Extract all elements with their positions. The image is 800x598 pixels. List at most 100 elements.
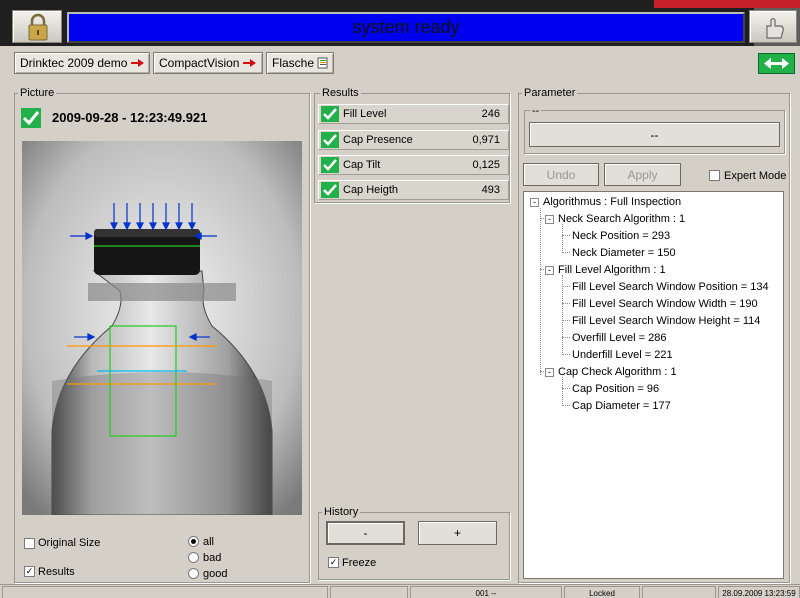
undo-button[interactable]: Undo (523, 163, 599, 186)
tree-node-label: Cap Check Algorithm : 1 (558, 366, 677, 378)
expert-mode-label: Expert Mode (724, 170, 787, 182)
breadcrumb-label: Drinktec 2009 demo (20, 56, 128, 70)
tree-leaf[interactable]: Fill Level Search Window Width = 190 (572, 298, 758, 310)
collapse-icon[interactable]: - (545, 214, 554, 224)
footer-cell: 001 -- (410, 586, 562, 598)
result-name: Cap Presence (343, 134, 413, 146)
results-checkbox[interactable]: ✓ (24, 566, 35, 577)
tree-leaf-label: Cap Position = 96 (572, 383, 660, 395)
original-size-label: Original Size (38, 537, 101, 549)
freeze-label: Freeze (342, 557, 377, 569)
tree-leaf-label: Fill Level Search Window Position = 134 (572, 281, 769, 293)
tree-leaf-label: Cap Diameter = 177 (572, 400, 671, 412)
double-arrow-icon (764, 58, 789, 69)
tree-node-cap-check[interactable]: - Cap Check Algorithm : 1 (545, 366, 677, 378)
title-bar-accent (654, 0, 800, 8)
apply-button[interactable]: Apply (604, 163, 681, 186)
document-icon (317, 57, 328, 69)
lock-button[interactable] (12, 10, 62, 43)
footer-cell (2, 586, 328, 598)
status-ok-icon (321, 157, 339, 173)
filter-all-radio[interactable] (188, 536, 199, 547)
status-ok-icon (321, 106, 339, 122)
filter-good-radio[interactable] (188, 568, 199, 579)
tree-leaf[interactable]: Underfill Level = 221 (572, 349, 673, 361)
result-name: Fill Level (343, 108, 387, 120)
results-group-label: Results (320, 87, 361, 99)
filter-good-label: good (203, 568, 228, 580)
tree-node-neck-search[interactable]: - Neck Search Algorithm : 1 (545, 213, 685, 225)
collapse-icon[interactable]: - (545, 265, 554, 275)
tree-leaf[interactable]: Fill Level Search Window Height = 114 (572, 315, 760, 327)
collapse-icon[interactable]: - (545, 367, 554, 377)
result-row: Cap Tilt 0,125 (318, 155, 509, 175)
red-arrow-icon (243, 59, 257, 67)
switch-view-button[interactable] (758, 53, 795, 74)
freeze-checkbox[interactable]: ✓ (328, 557, 339, 568)
tree-leaf[interactable]: Neck Diameter = 150 (572, 247, 676, 259)
image-timestamp: 2009-09-28 - 12:23:49.921 (52, 110, 208, 125)
status-ok-icon (21, 108, 41, 128)
result-value: 0,971 (472, 134, 500, 146)
history-next-label: + (453, 526, 461, 540)
breadcrumb-drinktec[interactable]: Drinktec 2009 demo (14, 52, 150, 74)
algorithm-tree: - Algorithmus : Full Inspection - Neck S… (523, 191, 784, 579)
apply-label: Apply (627, 167, 658, 182)
original-size-checkbox[interactable] (24, 538, 35, 549)
parameter-select-button[interactable]: -- (529, 122, 780, 147)
tree-leaf[interactable]: Fill Level Search Window Position = 134 (572, 281, 769, 293)
footer-cell (330, 586, 408, 598)
tree-node-label: Neck Search Algorithm : 1 (558, 213, 686, 225)
result-row: Cap Heigth 493 (318, 180, 509, 200)
status-ok-icon (321, 132, 339, 148)
filter-bad-radio[interactable] (188, 552, 199, 563)
result-row: Fill Level 246 (318, 104, 509, 124)
tree-leaf-label: Underfill Level = 221 (572, 349, 673, 361)
result-name: Cap Tilt (343, 159, 381, 171)
tree-leaf-label: Neck Position = 293 (572, 230, 671, 242)
system-status-text: system ready (352, 17, 460, 37)
history-next-button[interactable]: + (418, 521, 497, 545)
tree-leaf[interactable]: Neck Position = 293 (572, 230, 670, 242)
footer-cell: Locked (564, 586, 640, 598)
tree-leaf-label: Neck Diameter = 150 (572, 247, 676, 259)
breadcrumb-label: CompactVision (159, 56, 240, 70)
red-arrow-icon (131, 59, 145, 67)
result-row: Cap Presence 0,971 (318, 130, 509, 150)
tree-leaf[interactable]: Cap Position = 96 (572, 383, 659, 395)
footer-clock: 28.09.2009 13:23:59 (718, 586, 800, 598)
tree-leaf-label: Fill Level Search Window Height = 114 (572, 315, 761, 327)
tree-leaf-label: Fill Level Search Window Width = 190 (572, 298, 758, 310)
breadcrumb-compactvision[interactable]: CompactVision (153, 52, 263, 74)
history-previous-button[interactable]: - (326, 521, 405, 545)
picture-group-label: Picture (18, 87, 57, 99)
tree-node-root[interactable]: - Algorithmus : Full Inspection (530, 196, 681, 208)
tree-node-fill-level[interactable]: - Fill Level Algorithm : 1 (545, 264, 666, 276)
parameter-group-label: Parameter (522, 87, 578, 99)
parameter-sub-label: -- (530, 105, 542, 117)
parameter-select-label: -- (650, 127, 659, 142)
history-group-label: History (322, 506, 361, 518)
result-value: 493 (481, 184, 500, 196)
tree-leaf[interactable]: Overfill Level = 286 (572, 332, 666, 344)
footer-cell (642, 586, 716, 598)
system-status-bar: system ready (67, 12, 745, 43)
inspection-image (22, 141, 302, 515)
result-value: 246 (481, 108, 500, 120)
status-footer: 001 -- Locked 28.09.2009 13:23:59 (0, 584, 800, 598)
breadcrumb-flasche[interactable]: Flasche (266, 52, 334, 74)
tree-node-label: Algorithmus : Full Inspection (543, 196, 682, 208)
hand-pointer-icon (766, 17, 784, 39)
tree-leaf-label: Overfill Level = 286 (572, 332, 667, 344)
expert-mode-checkbox[interactable] (709, 170, 720, 181)
history-previous-label: - (363, 526, 368, 540)
result-name: Cap Heigth (343, 184, 399, 196)
results-checkbox-label: Results (38, 566, 75, 578)
collapse-icon[interactable]: - (530, 197, 539, 207)
hand-button[interactable] (749, 10, 797, 43)
undo-label: Undo (546, 167, 576, 182)
breadcrumb-label: Flasche (272, 56, 315, 70)
status-ok-icon (321, 182, 339, 198)
tree-node-label: Fill Level Algorithm : 1 (558, 264, 666, 276)
tree-leaf[interactable]: Cap Diameter = 177 (572, 400, 671, 412)
